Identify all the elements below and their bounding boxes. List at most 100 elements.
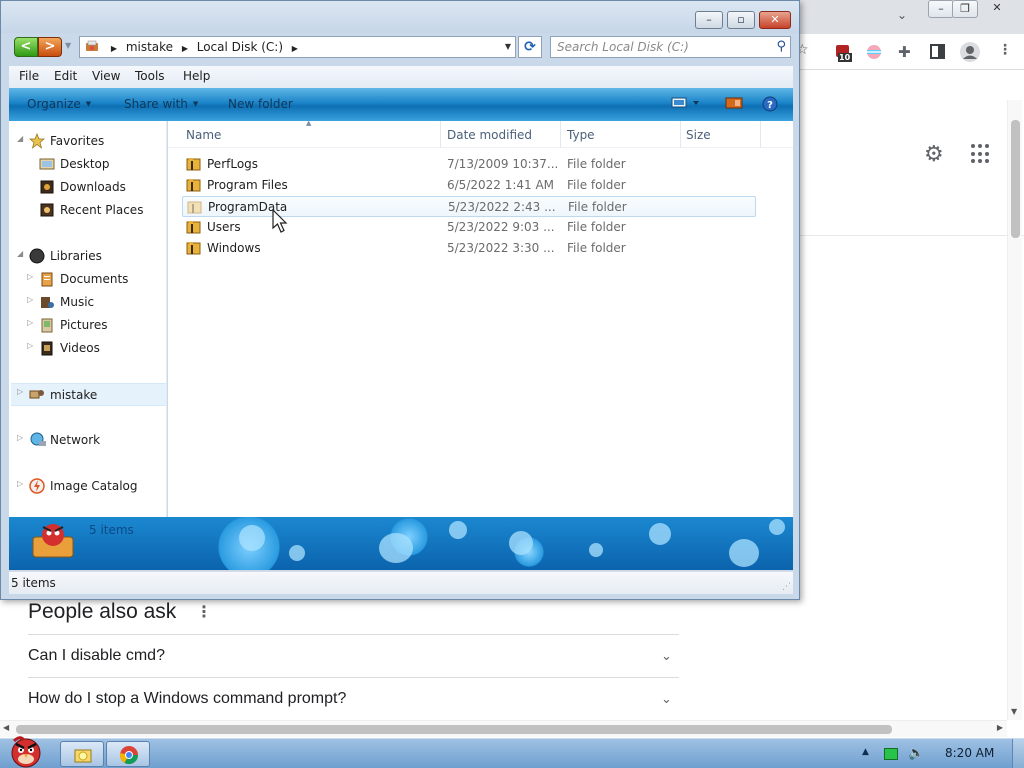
nav-image-catalog-label: Image Catalog xyxy=(50,479,138,493)
extension-shield-icon[interactable]: 10 xyxy=(834,44,852,62)
expand-arrow-icon[interactable]: ▷ xyxy=(17,387,27,396)
browser-minimize-button[interactable]: – xyxy=(928,0,954,18)
network-status-icon[interactable] xyxy=(884,748,898,760)
recent-pages-chevron-icon[interactable]: ▼ xyxy=(65,41,71,50)
nav-network-label: Network xyxy=(50,433,101,447)
change-view-icon[interactable] xyxy=(671,96,701,113)
horizontal-scrollbar[interactable]: ◀ ▶ xyxy=(0,720,1007,737)
expand-arrow-icon[interactable]: ▷ xyxy=(17,433,27,442)
nav-item-pictures[interactable]: ▷ Pictures xyxy=(27,315,165,335)
expand-arrow-icon[interactable]: ▷ xyxy=(27,272,37,281)
nav-item-videos[interactable]: ▷ Videos xyxy=(27,338,165,358)
explorer-minimize-button[interactable]: – xyxy=(695,11,723,29)
column-header-date[interactable]: Date modified xyxy=(447,128,532,142)
file-row-hovered[interactable]: ProgramData 5/23/2022 2:43 ... File fold… xyxy=(182,196,756,217)
nav-item-music[interactable]: ▷ Music xyxy=(27,292,165,312)
file-row[interactable]: Program Files 6/5/2022 1:41 AM File fold… xyxy=(182,175,756,196)
nav-libraries[interactable]: ◢ Libraries xyxy=(17,246,165,266)
paa-question-1[interactable]: Can I disable cmd? ⌄ xyxy=(28,634,679,677)
expand-arrow-icon[interactable]: ▷ xyxy=(27,341,37,350)
help-icon[interactable]: ? xyxy=(762,96,778,115)
browser-close-button[interactable]: ✕ xyxy=(984,0,1010,18)
search-icon[interactable]: ⚲ xyxy=(776,39,786,54)
breadcrumb-separator-icon[interactable]: ▶ xyxy=(106,44,122,53)
breadcrumb-separator-icon[interactable]: ▶ xyxy=(287,44,303,53)
menu-help[interactable]: Help xyxy=(183,69,210,83)
horizontal-scrollbar-thumb[interactable] xyxy=(16,725,892,734)
nav-homegroup-label: mistake xyxy=(50,388,98,402)
vertical-scrollbar[interactable]: ▼ xyxy=(1007,100,1022,720)
refresh-button[interactable]: ⟳ xyxy=(518,36,542,58)
explorer-maximize-button[interactable]: ▫ xyxy=(727,11,755,29)
file-row[interactable]: Windows 5/23/2022 3:30 ... File folder xyxy=(182,238,756,259)
menu-edit[interactable]: Edit xyxy=(54,69,77,83)
resize-grip-icon[interactable]: ⋰ xyxy=(782,582,791,592)
extensions-puzzle-icon[interactable]: ✚ xyxy=(898,43,916,61)
nav-image-catalog[interactable]: ▷ Image Catalog xyxy=(17,476,165,496)
column-divider[interactable] xyxy=(760,121,761,148)
favorites-star-icon xyxy=(29,133,45,149)
search-input[interactable] xyxy=(557,39,767,55)
file-row[interactable]: PerfLogs 7/13/2009 10:37... File folder xyxy=(182,154,756,175)
nav-item-recent-places[interactable]: Recent Places xyxy=(37,200,165,220)
nav-favorites[interactable]: ◢ Favorites xyxy=(17,131,165,151)
show-desktop-button[interactable] xyxy=(1012,739,1024,768)
collapse-arrow-icon[interactable]: ◢ xyxy=(17,134,27,143)
nav-item-downloads[interactable]: Downloads xyxy=(37,177,165,197)
browser-menu-icon[interactable]: ⋮ xyxy=(998,42,1012,58)
taskbar-clock[interactable]: 8:20 AM xyxy=(945,746,994,760)
menu-file[interactable]: File xyxy=(19,69,39,83)
expand-arrow-icon[interactable]: ▷ xyxy=(17,479,27,488)
back-button[interactable]: < xyxy=(14,37,38,57)
scroll-down-arrow-icon[interactable]: ▼ xyxy=(1011,707,1017,716)
explorer-close-button[interactable]: ✕ xyxy=(759,11,791,29)
organize-label: Organize xyxy=(27,97,81,111)
extension-flag-icon[interactable] xyxy=(866,44,884,62)
column-header-size[interactable]: Size xyxy=(686,128,711,142)
google-settings-gear-icon[interactable]: ⚙ xyxy=(924,142,944,167)
file-list-pane: ▲ Name Date modified Type Size PerfLogs … xyxy=(168,119,793,517)
taskbar-chrome-button[interactable] xyxy=(106,741,150,767)
menu-tools[interactable]: Tools xyxy=(135,69,165,83)
expand-arrow-icon[interactable]: ▷ xyxy=(27,318,37,327)
address-history-chevron-icon[interactable]: ▼ xyxy=(505,42,511,51)
start-button[interactable] xyxy=(2,731,50,768)
preview-pane-icon[interactable] xyxy=(725,96,743,113)
address-bar[interactable]: ▶ mistake ▶ Local Disk (C:) ▶ ▼ xyxy=(79,36,516,58)
expand-arrow-icon[interactable]: ▷ xyxy=(27,295,37,304)
side-panel-icon[interactable] xyxy=(930,44,948,62)
share-with-button[interactable]: Share with ▼ xyxy=(124,97,198,111)
nav-item-desktop[interactable]: Desktop xyxy=(37,154,165,174)
profile-avatar-icon[interactable] xyxy=(960,42,980,62)
search-box[interactable]: ⚲ xyxy=(550,36,791,58)
breadcrumb-item-drive[interactable]: Local Disk (C:) xyxy=(197,40,283,54)
menu-view[interactable]: View xyxy=(92,69,120,83)
browser-restore-button[interactable]: ❐ xyxy=(952,0,978,18)
file-row[interactable]: Users 5/23/2022 9:03 ... File folder xyxy=(182,217,756,238)
scroll-right-arrow-icon[interactable]: ▶ xyxy=(997,723,1003,732)
explorer-title-bar[interactable]: – ▫ ✕ xyxy=(1,1,799,33)
vertical-scrollbar-thumb[interactable] xyxy=(1011,120,1020,238)
column-divider[interactable] xyxy=(440,121,441,148)
nav-item-documents[interactable]: ▷ Documents xyxy=(27,269,165,289)
google-apps-grid-icon[interactable] xyxy=(971,144,991,164)
column-divider[interactable] xyxy=(560,121,561,148)
tray-expand-arrow-icon[interactable]: ▲ xyxy=(862,747,869,757)
organize-button[interactable]: Organize ▼ xyxy=(27,97,91,111)
nav-homegroup[interactable]: ▷ mistake xyxy=(11,383,166,406)
breadcrumb-separator-icon[interactable]: ▶ xyxy=(177,44,193,53)
breadcrumb-item-user[interactable]: mistake xyxy=(126,40,173,54)
nav-network[interactable]: ▷ Network xyxy=(17,430,165,450)
forward-button[interactable]: > xyxy=(38,37,62,57)
volume-icon[interactable]: 🔈 xyxy=(908,746,924,761)
paa-question-2[interactable]: How do I stop a Windows command prompt? … xyxy=(28,677,679,720)
collapse-arrow-icon[interactable]: ◢ xyxy=(17,249,27,258)
column-header-name[interactable]: Name xyxy=(186,128,221,142)
column-divider[interactable] xyxy=(680,121,681,148)
people-also-ask-more-icon[interactable]: ⋮ xyxy=(196,602,212,621)
new-folder-button[interactable]: New folder xyxy=(228,97,293,111)
column-header-type[interactable]: Type xyxy=(567,128,595,142)
tab-search-chevron-icon[interactable]: ⌄ xyxy=(897,8,913,24)
taskbar-explorer-button[interactable] xyxy=(60,741,104,767)
command-bar: Organize ▼ Share with ▼ New folder ? xyxy=(9,88,793,121)
